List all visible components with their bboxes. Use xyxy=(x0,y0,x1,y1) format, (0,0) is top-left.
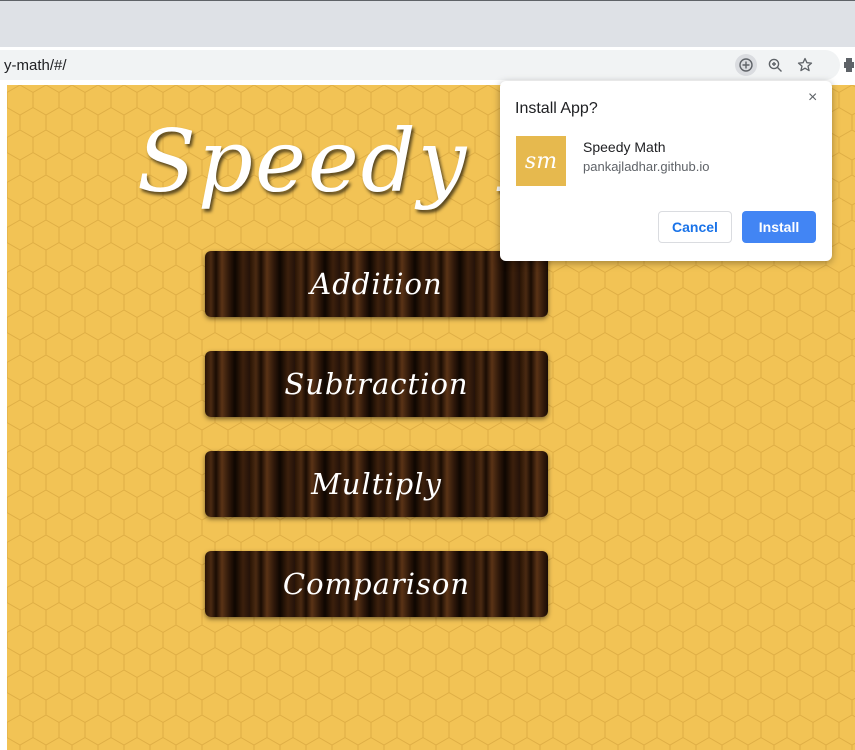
subtraction-button[interactable]: Subtraction xyxy=(205,351,548,417)
browser-toolbar: y-math/#/ xyxy=(0,47,855,85)
app-logo: sm xyxy=(516,136,566,186)
comparison-button[interactable]: Comparison xyxy=(205,551,548,617)
star-icon[interactable] xyxy=(794,54,816,76)
app-name: Speedy Math xyxy=(583,139,666,155)
multiply-button[interactable]: Multiply xyxy=(205,451,548,517)
dialog-title: Install App? xyxy=(515,100,598,117)
address-bar-url[interactable]: y-math/#/ xyxy=(4,57,67,74)
install-app-dialog: Install App? × sm Speedy Math pankajladh… xyxy=(500,81,832,261)
close-icon[interactable]: × xyxy=(808,89,817,107)
extension-icon[interactable] xyxy=(842,55,855,75)
browser-tab-strip xyxy=(0,0,855,47)
install-app-icon[interactable] xyxy=(735,54,757,76)
app-origin: pankajladhar.github.io xyxy=(583,159,710,174)
address-bar[interactable]: y-math/#/ xyxy=(0,50,840,80)
cancel-button[interactable]: Cancel xyxy=(658,211,732,243)
addition-button[interactable]: Addition xyxy=(205,251,548,317)
zoom-icon[interactable] xyxy=(764,54,786,76)
install-button[interactable]: Install xyxy=(742,211,816,243)
